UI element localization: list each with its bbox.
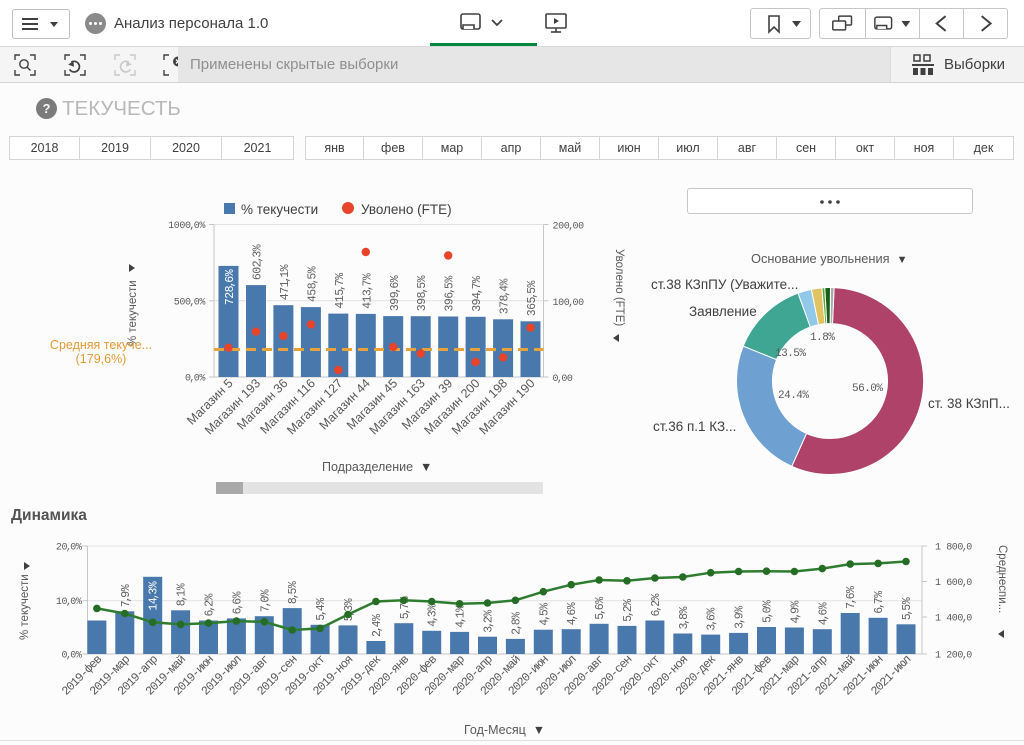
svg-text:6,2%: 6,2% — [204, 593, 217, 616]
svg-text:4,1%: 4,1% — [455, 605, 468, 628]
svg-text:4,6%: 4,6% — [566, 602, 579, 625]
svg-text:5,0%: 5,0% — [762, 600, 775, 623]
svg-text:14,3%: 14,3% — [148, 581, 161, 610]
svg-text:6,7%: 6,7% — [873, 591, 886, 614]
svg-text:2,8%: 2,8% — [510, 612, 523, 635]
svg-text:2,4%: 2,4% — [371, 614, 384, 637]
svg-text:4,5%: 4,5% — [538, 603, 551, 626]
svg-text:3,8%: 3,8% — [678, 606, 691, 629]
svg-text:3,6%: 3,6% — [706, 608, 719, 631]
svg-text:4,9%: 4,9% — [789, 600, 802, 623]
svg-text:0,0%: 0,0% — [61, 651, 81, 662]
svg-text:1 200,0: 1 200,0 — [935, 651, 972, 662]
svg-text:20,0%: 20,0% — [56, 543, 82, 554]
svg-text:1 800,0: 1 800,0 — [935, 543, 972, 554]
svg-text:5,2%: 5,2% — [622, 599, 635, 622]
svg-text:1 600,0: 1 600,0 — [935, 578, 972, 589]
svg-text:7,6%: 7,6% — [845, 586, 858, 609]
svg-text:6,2%: 6,2% — [650, 593, 663, 616]
svg-text:6,6%: 6,6% — [231, 591, 244, 614]
svg-text:8,5%: 8,5% — [287, 581, 300, 604]
svg-text:4,3%: 4,3% — [427, 604, 440, 627]
svg-text:5,6%: 5,6% — [594, 597, 607, 620]
svg-text:4,6%: 4,6% — [817, 602, 830, 625]
svg-text:5,4%: 5,4% — [315, 598, 328, 621]
svg-text:8,1%: 8,1% — [176, 583, 189, 606]
svg-text:3,2%: 3,2% — [483, 610, 496, 633]
svg-text:7,9%: 7,9% — [120, 584, 133, 607]
svg-text:3,9%: 3,9% — [734, 606, 747, 629]
svg-text:10,0%: 10,0% — [56, 597, 82, 608]
svg-text:7,0%: 7,0% — [259, 589, 272, 612]
svg-text:1 400,0: 1 400,0 — [935, 614, 972, 625]
svg-text:5,5%: 5,5% — [901, 597, 914, 620]
